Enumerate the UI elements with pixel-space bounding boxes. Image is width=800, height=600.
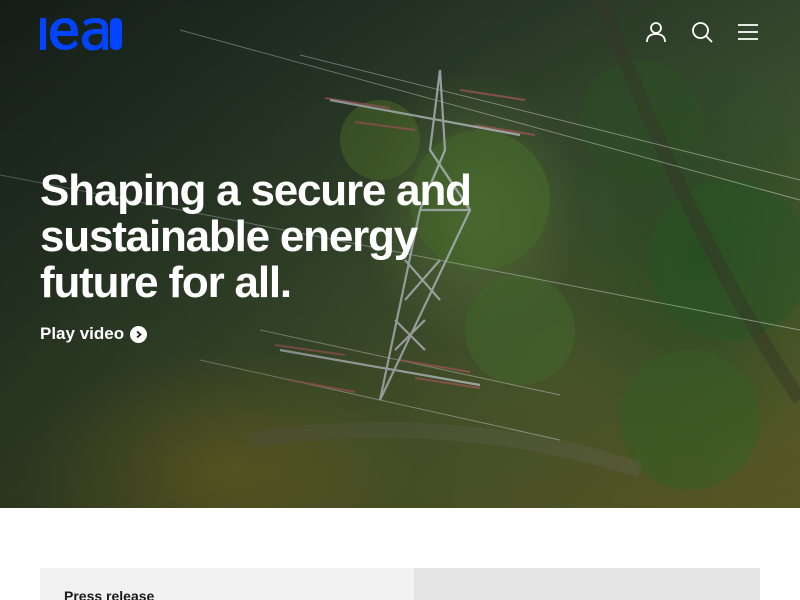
user-icon <box>646 22 666 43</box>
iea-logo-icon <box>40 18 122 51</box>
featured-card-text: Press release <box>40 568 414 600</box>
featured-card-label: Press release <box>64 588 155 600</box>
header-nav-icons <box>642 18 762 46</box>
account-button[interactable] <box>642 18 670 46</box>
featured-card[interactable]: Press release <box>40 568 760 600</box>
featured-card-image <box>414 568 760 600</box>
chevron-right-icon <box>136 330 142 338</box>
play-video-link[interactable]: Play video <box>40 324 148 344</box>
hero-title: Shaping a secure and sustainable energy … <box>40 166 472 307</box>
iea-logo[interactable] <box>40 17 122 51</box>
hero-banner: Shaping a secure and sustainable energy … <box>0 0 800 508</box>
play-circle-icon <box>130 325 148 343</box>
menu-icon <box>738 24 758 40</box>
play-video-label: Play video <box>40 324 125 343</box>
search-icon <box>692 22 713 43</box>
menu-button[interactable] <box>734 18 762 46</box>
search-button[interactable] <box>688 18 716 46</box>
